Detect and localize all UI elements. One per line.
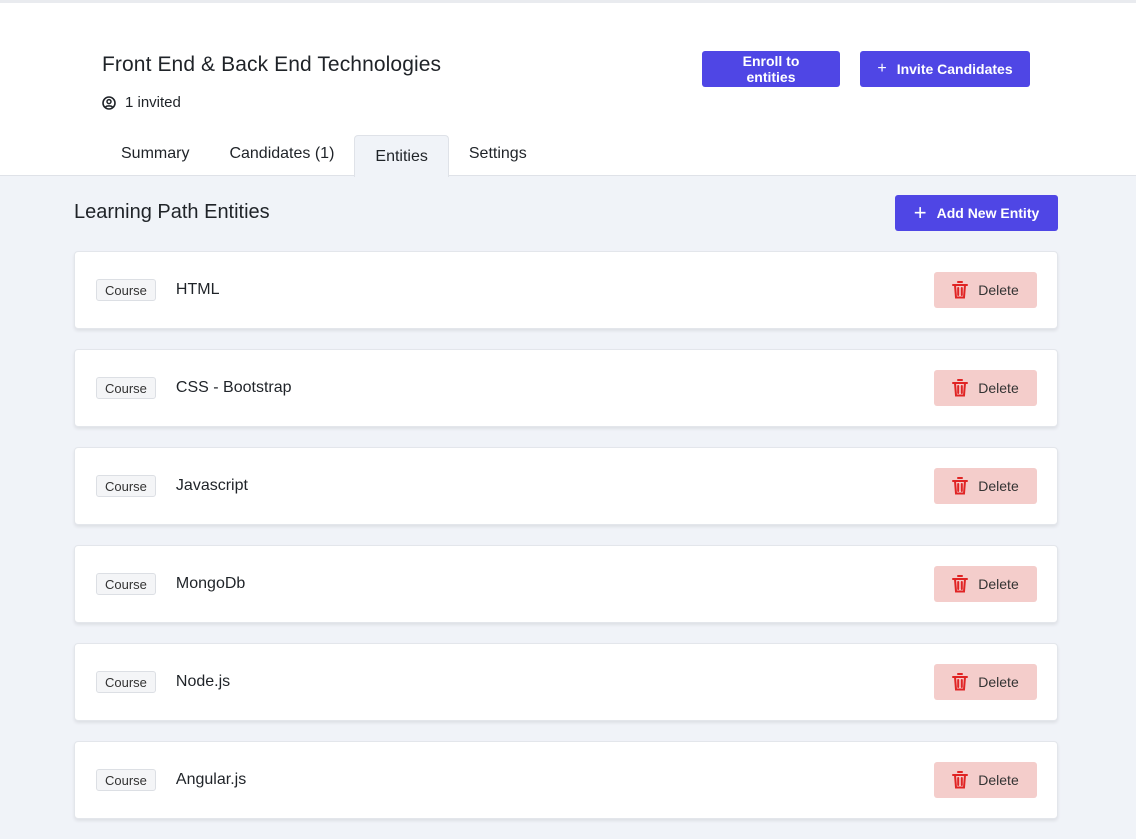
delete-label: Delete [978, 380, 1019, 396]
tab-summary[interactable]: Summary [101, 133, 209, 174]
entity-type-badge: Course [96, 573, 156, 595]
trash-icon [952, 477, 969, 495]
plus-icon: + [913, 200, 927, 225]
trash-icon [952, 281, 969, 299]
page-title: Front End & Back End Technologies [102, 53, 442, 76]
invite-candidates-label: Invite Candidates [896, 61, 1013, 77]
delete-label: Delete [978, 282, 1019, 298]
trash-icon [952, 771, 969, 789]
delete-button[interactable]: Delete [934, 468, 1037, 504]
delete-label: Delete [978, 478, 1019, 494]
entity-name: Javascript [175, 477, 248, 494]
entity-type-badge: Course [96, 279, 156, 301]
entity-type-badge: Course [96, 475, 156, 497]
list-item: Course CSS - Bootstrap Delete [74, 349, 1058, 427]
entity-type-badge: Course [96, 769, 156, 791]
delete-button[interactable]: Delete [934, 370, 1037, 406]
entity-name: Node.js [175, 673, 231, 690]
tab-entities[interactable]: Entities [354, 135, 449, 177]
page-header: Front End & Back End Technologies 1 invi… [0, 3, 1136, 177]
delete-label: Delete [978, 772, 1019, 788]
invited-count: 1 invited [102, 94, 181, 111]
delete-button[interactable]: Delete [934, 272, 1037, 308]
entity-list: Course HTML Delete Course CSS - Bootstra… [74, 251, 1058, 839]
add-new-entity-button[interactable]: + Add New Entity [895, 195, 1058, 231]
list-item: Course Angular.js Delete [74, 741, 1058, 819]
entity-name: CSS - Bootstrap [175, 379, 292, 396]
entity-name: Angular.js [175, 771, 247, 788]
delete-button[interactable]: Delete [934, 762, 1037, 798]
tab-bar: Summary Candidates (1) Entities Settings [101, 133, 547, 177]
list-item: Course Javascript Delete [74, 447, 1058, 525]
trash-icon [952, 575, 969, 593]
list-item: Course MongoDb Delete [74, 545, 1058, 623]
delete-label: Delete [978, 576, 1019, 592]
tab-candidates[interactable]: Candidates (1) [209, 133, 354, 174]
list-item: Course HTML Delete [74, 251, 1058, 329]
entity-name: MongoDb [175, 575, 246, 592]
invite-candidates-button[interactable]: + Invite Candidates [860, 51, 1030, 87]
plus-icon: + [877, 60, 887, 77]
list-item: Course Node.js Delete [74, 643, 1058, 721]
entity-type-badge: Course [96, 377, 156, 399]
tab-settings[interactable]: Settings [449, 133, 547, 174]
enroll-to-entities-button[interactable]: Enroll to entities [702, 51, 840, 87]
entity-name: HTML [175, 281, 220, 298]
user-circle-icon [102, 95, 116, 110]
delete-button[interactable]: Delete [934, 664, 1037, 700]
entity-type-badge: Course [96, 671, 156, 693]
add-new-entity-label: Add New Entity [936, 205, 1040, 221]
trash-icon [952, 673, 969, 691]
section-title: Learning Path Entities [74, 201, 270, 223]
delete-button[interactable]: Delete [934, 566, 1037, 602]
invited-label: 1 invited [125, 94, 181, 111]
delete-label: Delete [978, 674, 1019, 690]
trash-icon [952, 379, 969, 397]
